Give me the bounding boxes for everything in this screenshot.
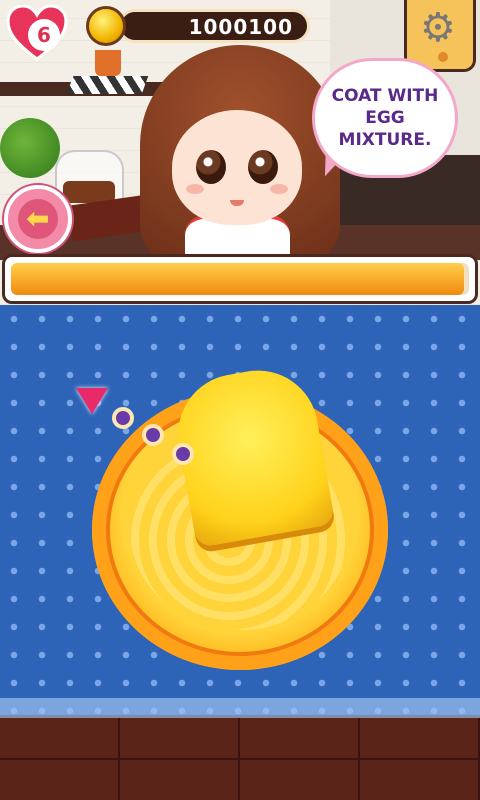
progress-track [11,263,469,295]
progress-bar [2,254,478,304]
triangle-down-icon [76,388,108,414]
chef-character-face [172,110,302,225]
gear-icon: ⚙ [420,5,456,51]
lives-count: 6 [28,19,60,51]
tablecloth-edge [0,698,480,718]
path-dot [142,424,164,446]
coin-value: 1000100 [188,15,293,39]
speech-bubble: COAT WITH EGG MIXTURE. [312,58,458,178]
mouth [230,200,244,206]
instruction-text: COAT WITH EGG MIXTURE. [331,86,439,150]
path-dot [112,407,134,429]
settings-tab-dot [438,52,448,62]
left-eye [196,150,226,184]
back-button[interactable]: ⬅ [4,185,72,253]
flower-pot [95,50,121,76]
checkered-cloth [66,76,149,94]
back-button-inner: ⬅ [18,199,58,239]
floor-line [0,758,480,760]
coin-counter: 1000100 [118,9,310,43]
path-dot [172,443,194,465]
right-cheek [270,184,288,194]
plant-decoration [0,118,60,178]
arrow-left-icon: ⬅ [26,202,50,235]
right-eye [248,150,278,184]
progress-fill [11,263,465,295]
coin-icon [86,6,126,46]
lives-badge: 6 [6,4,68,61]
left-cheek [186,184,204,194]
